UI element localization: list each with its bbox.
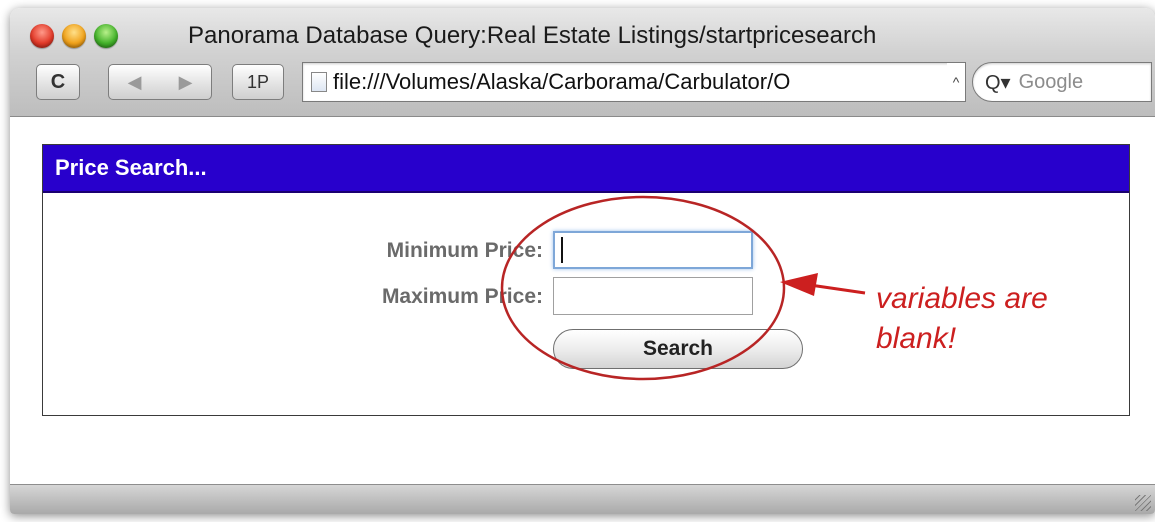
forward-arrow-icon[interactable]: ▶ [179, 72, 193, 93]
url-dropdown-icon[interactable]: ^ [947, 63, 965, 101]
back-forward-button[interactable]: ◀ ▶ [108, 64, 212, 100]
maximum-price-label: Maximum Price: [381, 285, 543, 308]
browser-window: Panorama Database Query:Real Estate List… [10, 8, 1155, 514]
minimum-price-label: Minimum Price: [386, 239, 543, 262]
search-field[interactable]: Q▾ Google [972, 62, 1152, 102]
screenshot-stage: Panorama Database Query:Real Estate List… [0, 0, 1155, 522]
close-window-button[interactable] [30, 24, 54, 48]
back-arrow-icon[interactable]: ◀ [128, 72, 142, 93]
annotation-text-line2: blank! [876, 322, 957, 355]
annotation-text-line1: variables are [876, 282, 1048, 315]
status-bar [10, 484, 1155, 514]
resize-grip-icon[interactable] [1135, 495, 1151, 511]
panel-header: Price Search... [43, 145, 1129, 193]
window-title: Panorama Database Query:Real Estate List… [188, 22, 877, 49]
address-bar[interactable]: file:///Volumes/Alaska/Carborama/Carbula… [302, 62, 966, 102]
search-button[interactable]: Search [553, 329, 803, 369]
file-icon [311, 72, 327, 92]
search-icon[interactable]: Q▾ [985, 70, 1011, 95]
onepassword-label: 1P [246, 71, 270, 92]
zoom-window-button[interactable] [94, 24, 118, 48]
minimum-price-input[interactable] [553, 231, 753, 269]
onepassword-button[interactable]: 1P [232, 64, 284, 100]
maximum-price-input[interactable] [553, 277, 753, 315]
reload-icon: C [50, 70, 66, 93]
text-cursor [561, 237, 563, 263]
url-text: file:///Volumes/Alaska/Carborama/Carbula… [333, 69, 791, 94]
title-toolbar: Panorama Database Query:Real Estate List… [10, 8, 1155, 117]
reload-button[interactable]: C [36, 64, 80, 100]
search-placeholder: Google [1018, 70, 1084, 93]
minimize-window-button[interactable] [62, 24, 86, 48]
